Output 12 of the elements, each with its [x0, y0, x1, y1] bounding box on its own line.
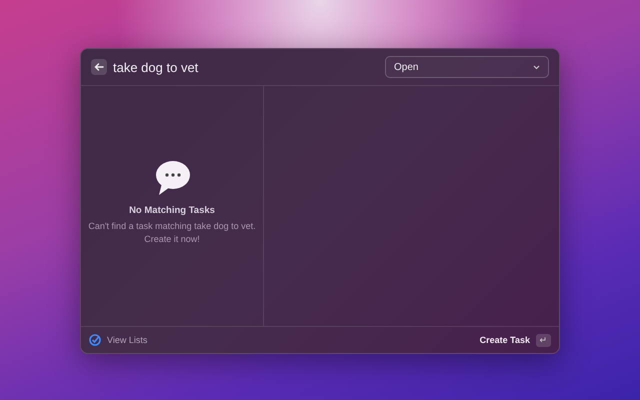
chevron-down-icon [533, 64, 540, 70]
status-dropdown[interactable]: Open [385, 56, 549, 78]
search-field[interactable]: take dog to vet [113, 60, 379, 74]
left-arrow-icon [94, 62, 104, 72]
empty-state-title: No Matching Tasks [129, 204, 215, 216]
view-lists-button[interactable]: View Lists [107, 335, 148, 345]
speech-bubble-icon [153, 158, 191, 197]
checkmark-badge-icon [89, 334, 101, 346]
enter-key-hint: ↵ [536, 334, 551, 346]
back-button[interactable] [91, 59, 107, 75]
empty-state-message: Can't find a task matching take dog to vet. Create it now! [87, 220, 257, 246]
create-task-button[interactable]: Create Task [480, 335, 530, 345]
